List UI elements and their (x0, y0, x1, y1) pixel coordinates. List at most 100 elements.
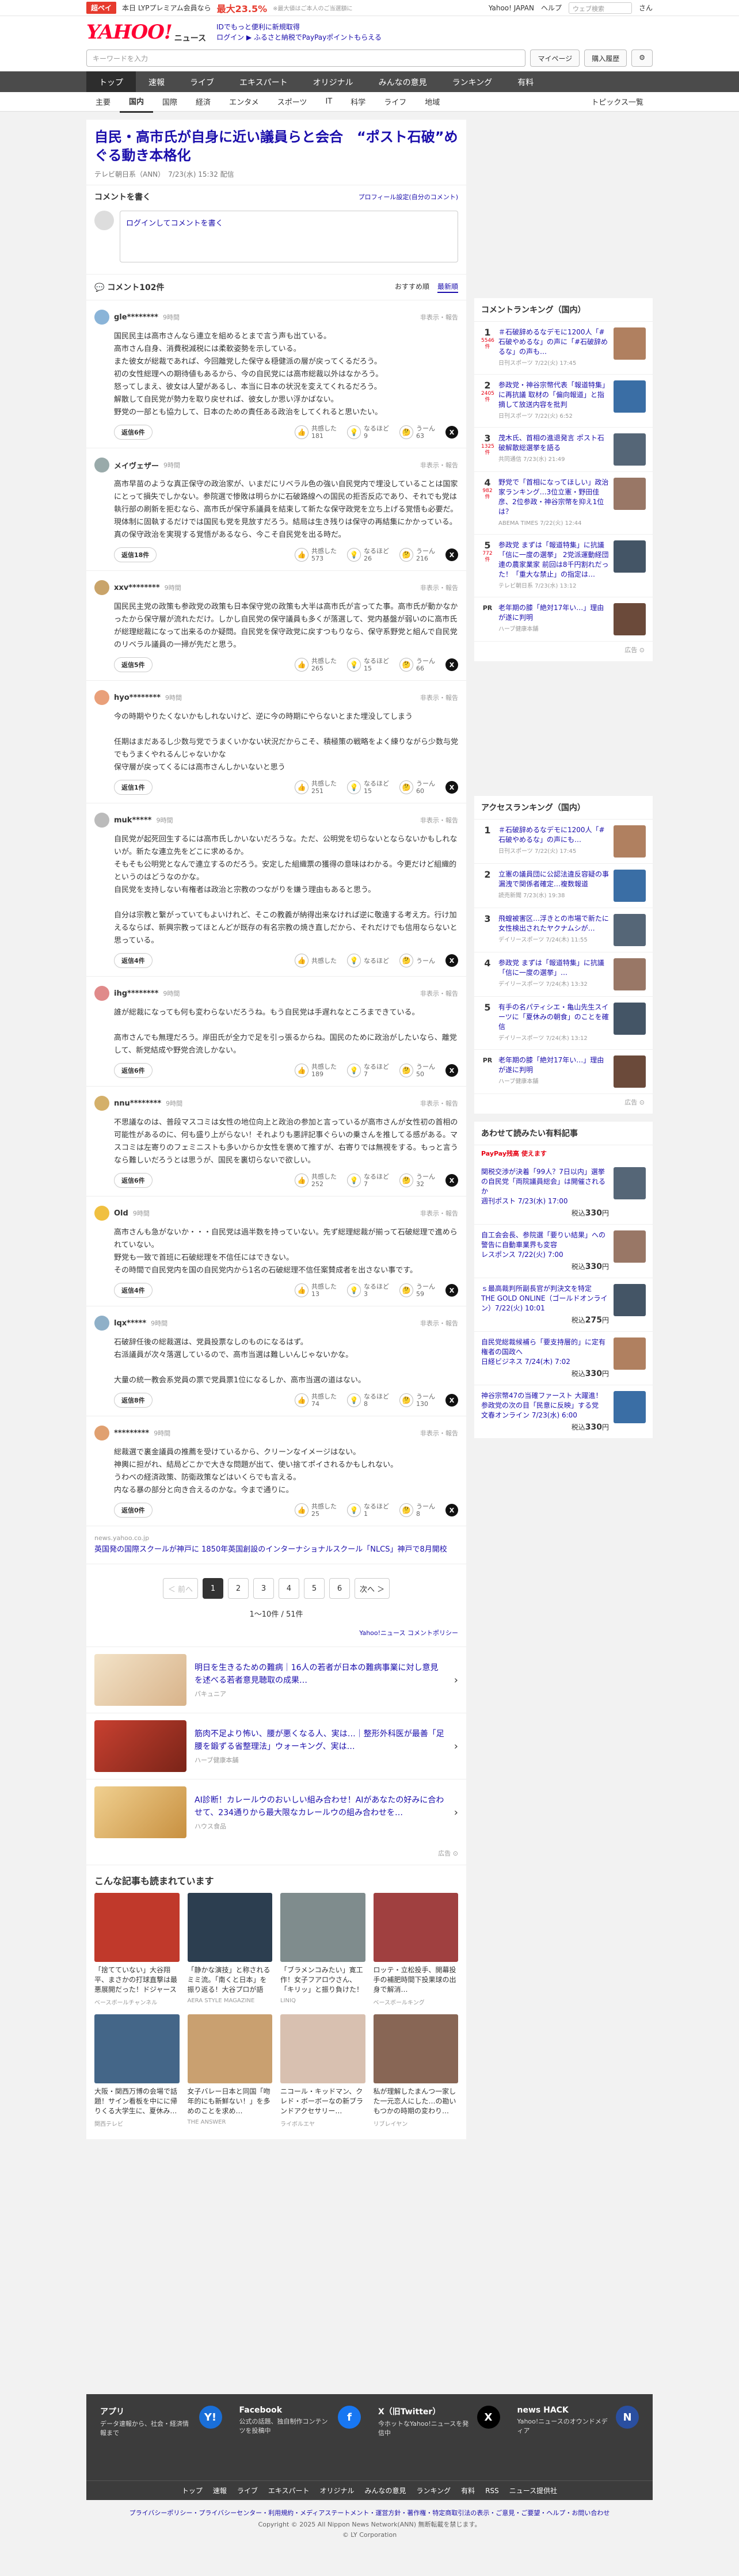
nav-original[interactable]: オリジナル (300, 71, 366, 92)
ranking-item[interactable]: 1 ＃石破辞めるなデモに1200人「#石破やめるな」の声にも… 日刊スポーツ 7/2… (474, 820, 653, 864)
user-avatar[interactable] (94, 690, 109, 705)
hide-report-link[interactable]: 非表示・報告 (420, 693, 458, 702)
ranking-item[interactable]: 4 参政党 まずは「報道特集」に抗議「信に一度の選挙」… デイリースポーツ 7/24… (474, 952, 653, 997)
footer-nav-item[interactable]: オリジナル (320, 2486, 355, 2495)
ranking-item[interactable]: 4 982件 野党で「首相になってほしい」政治家ランキング…3位立憲・野田佳彦、2位… (474, 472, 653, 535)
reaction-hmm-button[interactable]: 🤔 うーん 66 (399, 657, 435, 672)
reaction-empathy-button[interactable]: 👍 共感した 252 (295, 1173, 337, 1188)
reply-button[interactable]: 返信0件 (114, 1503, 153, 1518)
ranking-item[interactable]: 3 1325件 茂木氏、首相の進退発言 ポスト石破解散総選挙を語る 共同通信 7/23… (474, 428, 653, 472)
paid-article[interactable]: 関税交渉が決着「99人？7日以内」選挙の自民党「両院議員総会」は開催されるか 週刊… (474, 1161, 653, 1225)
nav-top[interactable]: トップ (86, 71, 136, 92)
hide-report-link[interactable]: 非表示・報告 (420, 1209, 458, 1218)
reply-button[interactable]: 返信6件 (114, 425, 153, 440)
ad-label[interactable]: 超ペイ (86, 2, 117, 14)
reaction-hmm-button[interactable]: 🤔 うーん 216 (399, 547, 435, 562)
nav-ranking[interactable]: ランキング (440, 71, 505, 92)
reply-button[interactable]: 返信18件 (114, 547, 157, 562)
reaction-naruhodo-button[interactable]: 💡 なるほど 1 (347, 1503, 389, 1518)
paid-article[interactable]: 神谷宗幣47の当確ファースト 大躍進！ 参政党の次の目「民意に反映」する党 文春オ… (474, 1385, 653, 1439)
reaction-naruhodo-button[interactable]: 💡 なるほど 26 (347, 547, 389, 562)
x-share-icon[interactable]: X (445, 781, 458, 794)
user-name[interactable]: xxv******** (114, 584, 160, 592)
x-share-icon[interactable]: X (445, 1504, 458, 1516)
subnav-region[interactable]: 地域 (416, 92, 449, 112)
x-share-icon[interactable]: X (445, 548, 458, 561)
app-icon[interactable]: Y! (199, 2406, 222, 2429)
pr-item[interactable]: PR 老年期の膝「絶対17年い…」理由が遂に判明 ハーブ健康本舗 (474, 597, 653, 642)
hide-report-link[interactable]: 非表示・報告 (420, 1428, 458, 1438)
subnav-international[interactable]: 国際 (153, 92, 186, 112)
x-icon[interactable]: X (477, 2406, 500, 2429)
prev-page-button[interactable]: ＜ 前へ (162, 1578, 198, 1599)
user-avatar[interactable] (94, 1426, 109, 1441)
user-name[interactable]: muk***** (114, 816, 151, 825)
facebook-icon[interactable]: f (338, 2406, 361, 2429)
user-name[interactable]: lqx***** (114, 1319, 146, 1328)
reply-button[interactable]: 返信6件 (114, 1173, 153, 1188)
footer-nav-item[interactable]: ニュース提供社 (509, 2486, 557, 2495)
newshack-icon[interactable]: N (616, 2406, 639, 2429)
hide-report-link[interactable]: 非表示・報告 (420, 583, 458, 592)
sort-recommended[interactable]: おすすめ順 (395, 281, 429, 293)
user-name[interactable]: さん (639, 3, 653, 13)
ad-pct[interactable]: 最大23.5% (217, 1, 268, 15)
reaction-empathy-button[interactable]: 👍 共感した 181 (295, 425, 337, 440)
footer-nav-item[interactable]: エキスパート (268, 2486, 310, 2495)
user-avatar[interactable] (94, 986, 109, 1001)
hide-report-link[interactable]: 非表示・報告 (420, 460, 458, 470)
nav-expert[interactable]: エキスパート (227, 71, 300, 92)
reaction-empathy-button[interactable]: 👍 共感した 13 (295, 1283, 337, 1298)
hide-report-link[interactable]: 非表示・報告 (420, 1319, 458, 1328)
reaction-hmm-button[interactable]: 🤔 うーん 59 (399, 1283, 435, 1298)
x-share-icon[interactable]: X (445, 1174, 458, 1187)
paid-article[interactable]: 自工会会長、参院選「要りい結果」への警告に自動車業界も変容 レスポンス 7/22(… (474, 1225, 653, 1278)
footer-nav-item[interactable]: ライブ (237, 2486, 258, 2495)
subnav-it[interactable]: IT (316, 93, 341, 110)
user-avatar[interactable] (94, 458, 109, 472)
related-item[interactable]: 大阪・関西万博の会場で話題！サイン看板を中にに帰りくる大学生に、夏休み… 関西テレ… (94, 2014, 180, 2128)
footer-nav-item[interactable]: RSS (485, 2487, 499, 2495)
footer-col[interactable]: news HACK Yahoo!ニュースのオウンドメディア N (517, 2406, 639, 2469)
related-item[interactable]: 私が理解したまんつ一家した一元恋人にした…の勘いもつかの時期の変わり… リブレイヤ… (373, 2014, 458, 2128)
footer-col[interactable]: Facebook 公式の話題、独自制作コンテンツを投稿中 f (239, 2406, 361, 2469)
reaction-empathy-button[interactable]: 👍 共感した 573 (295, 547, 337, 562)
reaction-hmm-button[interactable]: 🤔 うーん 130 (399, 1393, 435, 1408)
reaction-empathy-button[interactable]: 👍 共感した 74 (295, 1393, 337, 1408)
related-item[interactable]: ロッテ・立松投手、開幕投手の補肥時間下投果球の出身で解消… ベースボールキング (373, 1893, 458, 2006)
subnav-science[interactable]: 科学 (341, 92, 375, 112)
ranking-item[interactable]: 5 772件 参政党 まずは「報道特集」に抗議「信に一度の選挙」 2党派運動経団連の… (474, 535, 653, 597)
subnav-life[interactable]: ライフ (375, 92, 416, 112)
reaction-naruhodo-button[interactable]: 💡 なるほど (347, 954, 389, 967)
reply-button[interactable]: 返信1件 (114, 780, 153, 795)
reaction-naruhodo-button[interactable]: 💡 なるほど 15 (347, 780, 389, 795)
page-4[interactable]: 4 (279, 1578, 299, 1599)
subnav-main[interactable]: 主要 (86, 92, 120, 112)
reaction-naruhodo-button[interactable]: 💡 なるほど 3 (347, 1283, 389, 1298)
hide-report-link[interactable]: 非表示・報告 (420, 313, 458, 322)
footer-nav-item[interactable]: 有料 (461, 2486, 475, 2495)
footer-nav-item[interactable]: ランキング (417, 2486, 451, 2495)
nav-breaking[interactable]: 速報 (136, 71, 177, 92)
reaction-hmm-button[interactable]: 🤔 うーん 63 (399, 425, 435, 440)
ranking-item[interactable]: 3 飛蝗被害区…浮きとの市場で新たに女性検出されたヤクナムシが… デイリースポーツ … (474, 908, 653, 952)
x-share-icon[interactable]: X (445, 658, 458, 671)
page-1[interactable]: 1 (203, 1578, 223, 1599)
reaction-empathy-button[interactable]: 👍 共感した 265 (295, 657, 337, 672)
footer-nav-item[interactable]: トップ (182, 2486, 203, 2495)
reaction-hmm-button[interactable]: 🤔 うーん 50 (399, 1063, 435, 1078)
reaction-empathy-button[interactable]: 👍 共感した (295, 954, 337, 967)
user-avatar[interactable] (94, 580, 109, 595)
x-share-icon[interactable]: X (445, 1394, 458, 1407)
x-share-icon[interactable]: X (445, 954, 458, 967)
ad-note[interactable]: 広告 ⊙ (86, 1845, 466, 1865)
ad-text[interactable]: 本日 LYPプレミアム会員なら (122, 3, 211, 13)
next-page-button[interactable]: 次へ ＞ (355, 1578, 390, 1599)
paid-article[interactable]: ｓ最高裁判所副長官が判決文を特定 THE GOLD ONLINE（ゴールドオンライ… (474, 1278, 653, 1332)
subnav-economy[interactable]: 経済 (186, 92, 220, 112)
reply-button[interactable]: 返信5件 (114, 657, 153, 672)
user-avatar[interactable] (94, 813, 109, 828)
reaction-naruhodo-button[interactable]: 💡 なるほど 7 (347, 1063, 389, 1078)
reply-button[interactable]: 返信4件 (114, 1283, 153, 1298)
user-name[interactable]: ihg******** (114, 989, 158, 998)
